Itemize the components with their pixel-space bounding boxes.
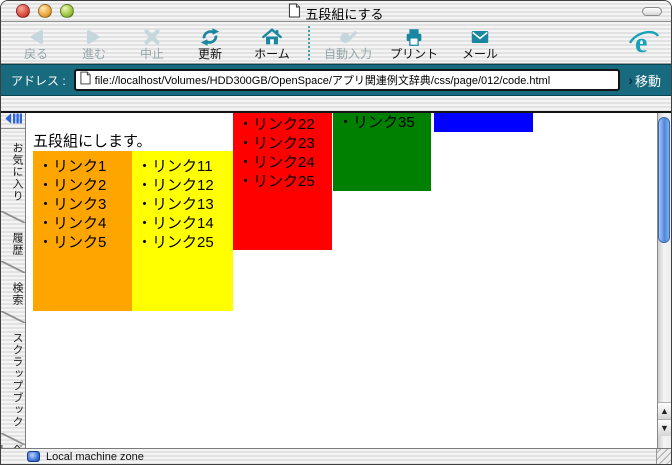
link-item[interactable]: ・リンク35 <box>333 113 431 132</box>
stop-icon <box>140 25 164 48</box>
toolbar-button-mail[interactable]: メール <box>447 25 513 61</box>
toolbar-button-label: 進む <box>82 48 106 61</box>
address-url-text: file://localhost/Volumes/HDD300GB/OpenSp… <box>95 72 550 88</box>
sidebar-tab-3[interactable]: スクラップブック <box>1 323 25 433</box>
page-content: 五段組にします。 ・リンク1・リンク2・リンク3・リンク4・リンク5・リンク11… <box>26 113 657 448</box>
column-2: ・リンク11・リンク12・リンク13・リンク14・リンク25 <box>132 151 233 311</box>
link-item[interactable]: ・リンク12 <box>132 176 233 195</box>
forward-icon <box>82 25 106 48</box>
toolbar-button-label: ホーム <box>254 48 290 61</box>
sidebar-tab-separator <box>1 311 25 323</box>
sidebar-tab-2[interactable]: 検索 <box>1 273 25 311</box>
toolbar-button-label: 更新 <box>198 48 222 61</box>
page-title: 五段組にする <box>305 4 383 23</box>
internet-explorer-logo-icon: e <box>629 27 659 62</box>
address-label: アドレス : <box>11 72 66 89</box>
sidebar-tab-separator <box>1 433 25 445</box>
address-bar: アドレス : file://localhost/Volumes/HDD300GB… <box>1 64 671 96</box>
status-bar: Local machine zone <box>1 448 671 464</box>
sidebar-tab-separator <box>1 261 25 273</box>
toolbar-button-home[interactable]: ホーム <box>239 25 305 61</box>
resize-grip[interactable] <box>656 449 671 464</box>
vertical-scrollbar[interactable]: ▲ ▼ <box>657 113 671 448</box>
main-area: お気に入り履歴検索スクラップブックペー 五段組にします。 ・リンク1・リンク2・… <box>1 111 671 448</box>
toolbar-buttons: 戻る 進む 中止 更新 ホーム 自動入力 プリント メール <box>7 25 513 61</box>
link-item[interactable]: ・リンク24 <box>233 153 332 172</box>
toolbar-button-stop[interactable]: 中止 <box>123 25 181 61</box>
toolbar-button-refresh[interactable]: 更新 <box>181 25 239 61</box>
minimize-button[interactable] <box>38 4 52 18</box>
zoom-button[interactable] <box>60 4 74 18</box>
toolbar-button-back[interactable]: 戻る <box>7 25 65 61</box>
column-5 <box>434 113 533 132</box>
link-item[interactable]: ・リンク3 <box>33 195 132 214</box>
back-icon <box>24 25 48 48</box>
document-icon <box>288 3 300 23</box>
link-item[interactable]: ・リンク23 <box>233 134 332 153</box>
column-1: ・リンク1・リンク2・リンク3・リンク4・リンク5 <box>33 151 132 311</box>
collapse-titlebar-button[interactable] <box>642 7 662 16</box>
toolbar-button-label: メール <box>462 48 498 61</box>
go-button[interactable]: › 移動 <box>628 71 661 90</box>
scroll-down-button[interactable]: ▼ <box>658 419 671 436</box>
autofill-icon <box>336 25 360 48</box>
toolbar-substrip <box>1 96 671 111</box>
sidebar-tab-separator <box>1 211 25 223</box>
column-3: ・リンク22・リンク23・リンク24・リンク25 <box>233 113 332 250</box>
close-button[interactable] <box>16 4 30 18</box>
toolbar-button-label: 中止 <box>140 48 164 61</box>
link-item[interactable]: ・リンク25 <box>233 172 332 191</box>
browser-window: 五段組にする 戻る 進む 中止 更新 ホーム 自動入力 プリント メール e アドレス : f… <box>0 0 672 465</box>
link-item[interactable]: ・リンク4 <box>33 214 132 233</box>
link-item[interactable]: ・リンク2 <box>33 176 132 195</box>
mail-icon <box>468 25 492 48</box>
window-title-area: 五段組にする <box>288 3 383 23</box>
window-controls <box>16 4 74 18</box>
scrollbar-arrows: ▲ ▼ <box>658 402 671 436</box>
content-heading: 五段組にします。 <box>33 130 152 151</box>
refresh-icon <box>198 25 222 48</box>
toolbar: 戻る 進む 中止 更新 ホーム 自動入力 プリント メール e <box>1 22 671 64</box>
collapse-panel-icon <box>4 113 22 130</box>
toolbar-button-forward[interactable]: 進む <box>65 25 123 61</box>
address-input[interactable]: file://localhost/Volumes/HDD300GB/OpenSp… <box>74 69 621 91</box>
go-arrow-icon: › <box>628 72 633 88</box>
sidebar-collapse-button[interactable] <box>1 113 25 129</box>
scroll-up-button[interactable]: ▲ <box>658 402 671 419</box>
toolbar-button-autofill[interactable]: 自動入力 <box>315 25 381 61</box>
toolbar-button-label: プリント <box>390 48 438 61</box>
security-zone-icon <box>27 451 40 462</box>
toolbar-button-label: 戻る <box>24 48 48 61</box>
sidebar-tab-0[interactable]: お気に入り <box>1 129 25 211</box>
link-item[interactable]: ・リンク11 <box>132 157 233 176</box>
home-icon <box>260 25 284 48</box>
toolbar-button-label: 自動入力 <box>324 48 372 61</box>
scrollbar-thumb[interactable] <box>658 117 670 243</box>
toolbar-button-print[interactable]: プリント <box>381 25 447 61</box>
link-item[interactable]: ・リンク22 <box>233 115 332 134</box>
status-text: Local machine zone <box>46 451 144 463</box>
sidebar-tab-1[interactable]: 履歴 <box>1 223 25 261</box>
link-item[interactable]: ・リンク13 <box>132 195 233 214</box>
link-item[interactable]: ・リンク14 <box>132 214 233 233</box>
print-icon <box>402 25 426 48</box>
title-bar: 五段組にする <box>1 1 671 22</box>
sidebar: お気に入り履歴検索スクラップブックペー <box>1 113 26 448</box>
page-icon <box>80 71 91 90</box>
link-item[interactable]: ・リンク25 <box>132 233 233 252</box>
toolbar-separator <box>308 26 310 60</box>
link-item[interactable]: ・リンク5 <box>33 233 132 252</box>
column-4: ・リンク35 <box>333 113 431 191</box>
link-item[interactable]: ・リンク1 <box>33 157 132 176</box>
